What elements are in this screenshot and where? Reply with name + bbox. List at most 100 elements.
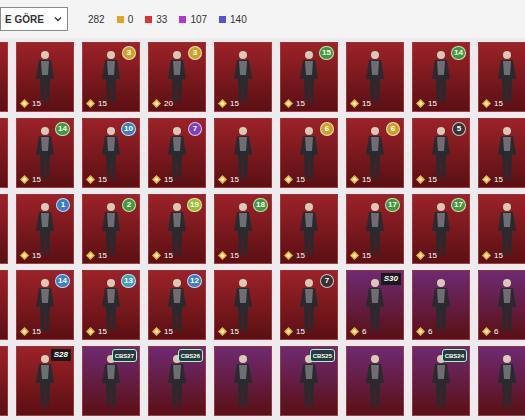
diamond-icon bbox=[416, 99, 425, 108]
cost: 20 bbox=[152, 99, 173, 108]
badge-text: 17 bbox=[454, 201, 463, 209]
tier-badge: 5 bbox=[452, 122, 466, 136]
diamond-icon bbox=[152, 99, 161, 108]
outfit-card[interactable]: 1815 bbox=[214, 194, 272, 264]
outfit-card[interactable]: 15 bbox=[214, 118, 272, 188]
total-count: 282 bbox=[88, 12, 105, 27]
outfit-card[interactable] bbox=[0, 118, 8, 188]
outfit-card[interactable]: 1415 bbox=[412, 42, 470, 112]
rarity-count: 0 bbox=[117, 12, 134, 27]
outfit-card[interactable]: 15 bbox=[214, 270, 272, 340]
badge-text: 6 bbox=[391, 125, 395, 133]
diamond-icon bbox=[416, 251, 425, 260]
badge-text: 13 bbox=[124, 277, 133, 285]
outfit-card[interactable]: 15 bbox=[478, 118, 525, 188]
rarity-square-icon bbox=[145, 16, 152, 23]
inventory-row: 1531532015151515141515 bbox=[0, 42, 525, 112]
outfit-card[interactable]: 615 bbox=[280, 118, 338, 188]
outfit-card[interactable] bbox=[0, 270, 8, 340]
badge-text: CBS25 bbox=[313, 353, 332, 359]
cost-value: 15 bbox=[296, 328, 305, 336]
diamond-icon bbox=[284, 327, 293, 336]
badge-text: 1 bbox=[61, 201, 65, 209]
rarity-count-value: 140 bbox=[230, 12, 247, 27]
cost-value: 15 bbox=[428, 176, 437, 184]
diamond-icon bbox=[20, 99, 29, 108]
outfit-card[interactable]: 1 15 bbox=[16, 194, 74, 264]
outfit-card[interactable]: 1515 bbox=[280, 42, 338, 112]
diamond-icon bbox=[218, 251, 227, 260]
rarity-square-icon bbox=[179, 16, 186, 23]
cost: 15 bbox=[416, 175, 437, 184]
outfit-card[interactable]: S306 bbox=[346, 270, 404, 340]
outfit-card[interactable]: CBS24 bbox=[412, 346, 470, 416]
tier-badge: 7 bbox=[320, 274, 334, 288]
cost-value: 15 bbox=[164, 252, 173, 260]
outfit-card[interactable] bbox=[214, 346, 272, 416]
tier-badge: 13 bbox=[121, 274, 136, 288]
outfit-figure-icon bbox=[0, 119, 7, 187]
outfit-card[interactable] bbox=[0, 346, 8, 416]
inventory-row: 14151315121515715S30666 bbox=[0, 270, 525, 340]
cost-value: 15 bbox=[296, 176, 305, 184]
outfit-card[interactable]: 1215 bbox=[148, 270, 206, 340]
cost: 15 bbox=[20, 251, 41, 260]
inventory-rows: 1531532015151515141515141510157151561561… bbox=[0, 42, 525, 416]
cost-value: 15 bbox=[98, 100, 107, 108]
cost-value: 15 bbox=[98, 176, 107, 184]
outfit-card[interactable]: CBS27 bbox=[82, 346, 140, 416]
toolbar: E GÖRE282033107140 bbox=[0, 0, 525, 38]
cost-value: 15 bbox=[230, 328, 239, 336]
outfit-card[interactable]: 15 bbox=[346, 42, 404, 112]
outfit-card[interactable]: CBS25 bbox=[280, 346, 338, 416]
outfit-card[interactable]: 6 bbox=[478, 270, 525, 340]
season-label: S28 bbox=[51, 349, 71, 361]
outfit-card[interactable] bbox=[0, 194, 8, 264]
outfit-card[interactable]: 14 15 bbox=[16, 118, 74, 188]
outfit-card[interactable]: 715 bbox=[148, 118, 206, 188]
diamond-icon bbox=[482, 99, 491, 108]
outfit-card[interactable]: 315 bbox=[82, 42, 140, 112]
cost-value: 15 bbox=[32, 100, 41, 108]
diamond-icon bbox=[284, 99, 293, 108]
season-badge: CBS24 bbox=[442, 349, 467, 362]
cost-value: 15 bbox=[98, 328, 107, 336]
badge-text: 7 bbox=[325, 277, 329, 285]
outfit-card[interactable]: 615 bbox=[346, 118, 404, 188]
outfit-card[interactable]: 1715 bbox=[346, 194, 404, 264]
outfit-card[interactable] bbox=[346, 346, 404, 416]
diamond-icon bbox=[86, 251, 95, 260]
outfit-card[interactable] bbox=[478, 346, 525, 416]
outfit-card[interactable]: 215 bbox=[82, 194, 140, 264]
outfit-card[interactable]: 15 bbox=[16, 42, 74, 112]
cost-value: 15 bbox=[98, 252, 107, 260]
outfit-card[interactable]: S28 bbox=[16, 346, 74, 416]
sort-dropdown[interactable]: E GÖRE bbox=[0, 7, 68, 31]
outfit-card[interactable]: 15 bbox=[280, 194, 338, 264]
outfit-card[interactable]: CBS26 bbox=[148, 346, 206, 416]
outfit-card[interactable]: 1415 bbox=[16, 270, 74, 340]
outfit-card[interactable] bbox=[0, 42, 8, 112]
tier-badge: 3 bbox=[188, 46, 202, 60]
cost: 15 bbox=[152, 175, 173, 184]
outfit-card[interactable]: 15 bbox=[214, 42, 272, 112]
outfit-card[interactable]: 1715 bbox=[412, 194, 470, 264]
diamond-icon bbox=[218, 99, 227, 108]
tier-badge: 14 bbox=[55, 122, 70, 136]
outfit-card[interactable]: 15 bbox=[478, 194, 525, 264]
badge-text: CBS26 bbox=[181, 353, 200, 359]
outfit-card[interactable]: 5 15 bbox=[412, 118, 470, 188]
outfit-card[interactable]: 7 15 bbox=[280, 270, 338, 340]
outfit-figure-icon bbox=[0, 195, 7, 263]
cost: 15 bbox=[152, 251, 173, 260]
outfit-card[interactable]: 13 15 bbox=[82, 270, 140, 340]
outfit-card[interactable]: 3 20 bbox=[148, 42, 206, 112]
cost: 15 bbox=[20, 175, 41, 184]
outfit-card[interactable]: 1015 bbox=[82, 118, 140, 188]
badge-text: 14 bbox=[58, 277, 67, 285]
season-badge: CBS26 bbox=[178, 349, 203, 362]
badge-text: 14 bbox=[454, 49, 463, 57]
outfit-card[interactable]: 1915 bbox=[148, 194, 206, 264]
outfit-card[interactable]: 6 bbox=[412, 270, 470, 340]
outfit-card[interactable]: 15 bbox=[478, 42, 525, 112]
